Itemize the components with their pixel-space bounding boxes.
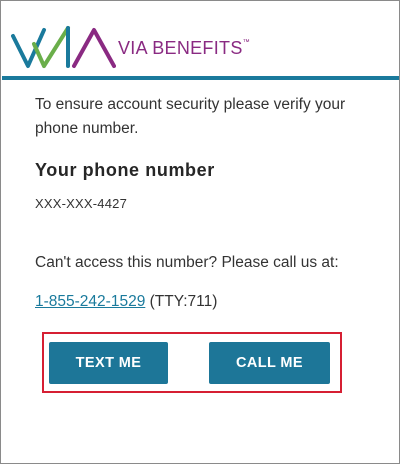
help-text: Can't access this number? Please call us… bbox=[35, 254, 339, 271]
trademark-mark: ™ bbox=[242, 39, 250, 46]
section-title: Your phone number bbox=[35, 160, 215, 180]
call-me-button[interactable]: CALL ME bbox=[209, 342, 330, 384]
support-phone-link[interactable]: 1-855-242-1529 bbox=[35, 293, 145, 310]
contact-line: 1-855-242-1529 (TTY:711) bbox=[35, 293, 375, 311]
via-logo-icon bbox=[11, 26, 116, 68]
site-header: VIA BENEFITS™ bbox=[2, 2, 399, 78]
verify-phone-panel: VIA BENEFITS™ To ensure account security… bbox=[0, 0, 400, 464]
brand-name: VIA BENEFITS™ bbox=[118, 38, 250, 58]
text-me-button[interactable]: TEXT ME bbox=[49, 342, 168, 384]
verify-content: To ensure account security please verify… bbox=[35, 93, 375, 311]
intro-text: To ensure account security please verify… bbox=[35, 96, 346, 137]
tty-number: (TTY:711) bbox=[149, 293, 218, 310]
masked-phone-number: XXX-XXX-4427 bbox=[35, 196, 128, 211]
header-divider bbox=[2, 76, 399, 80]
